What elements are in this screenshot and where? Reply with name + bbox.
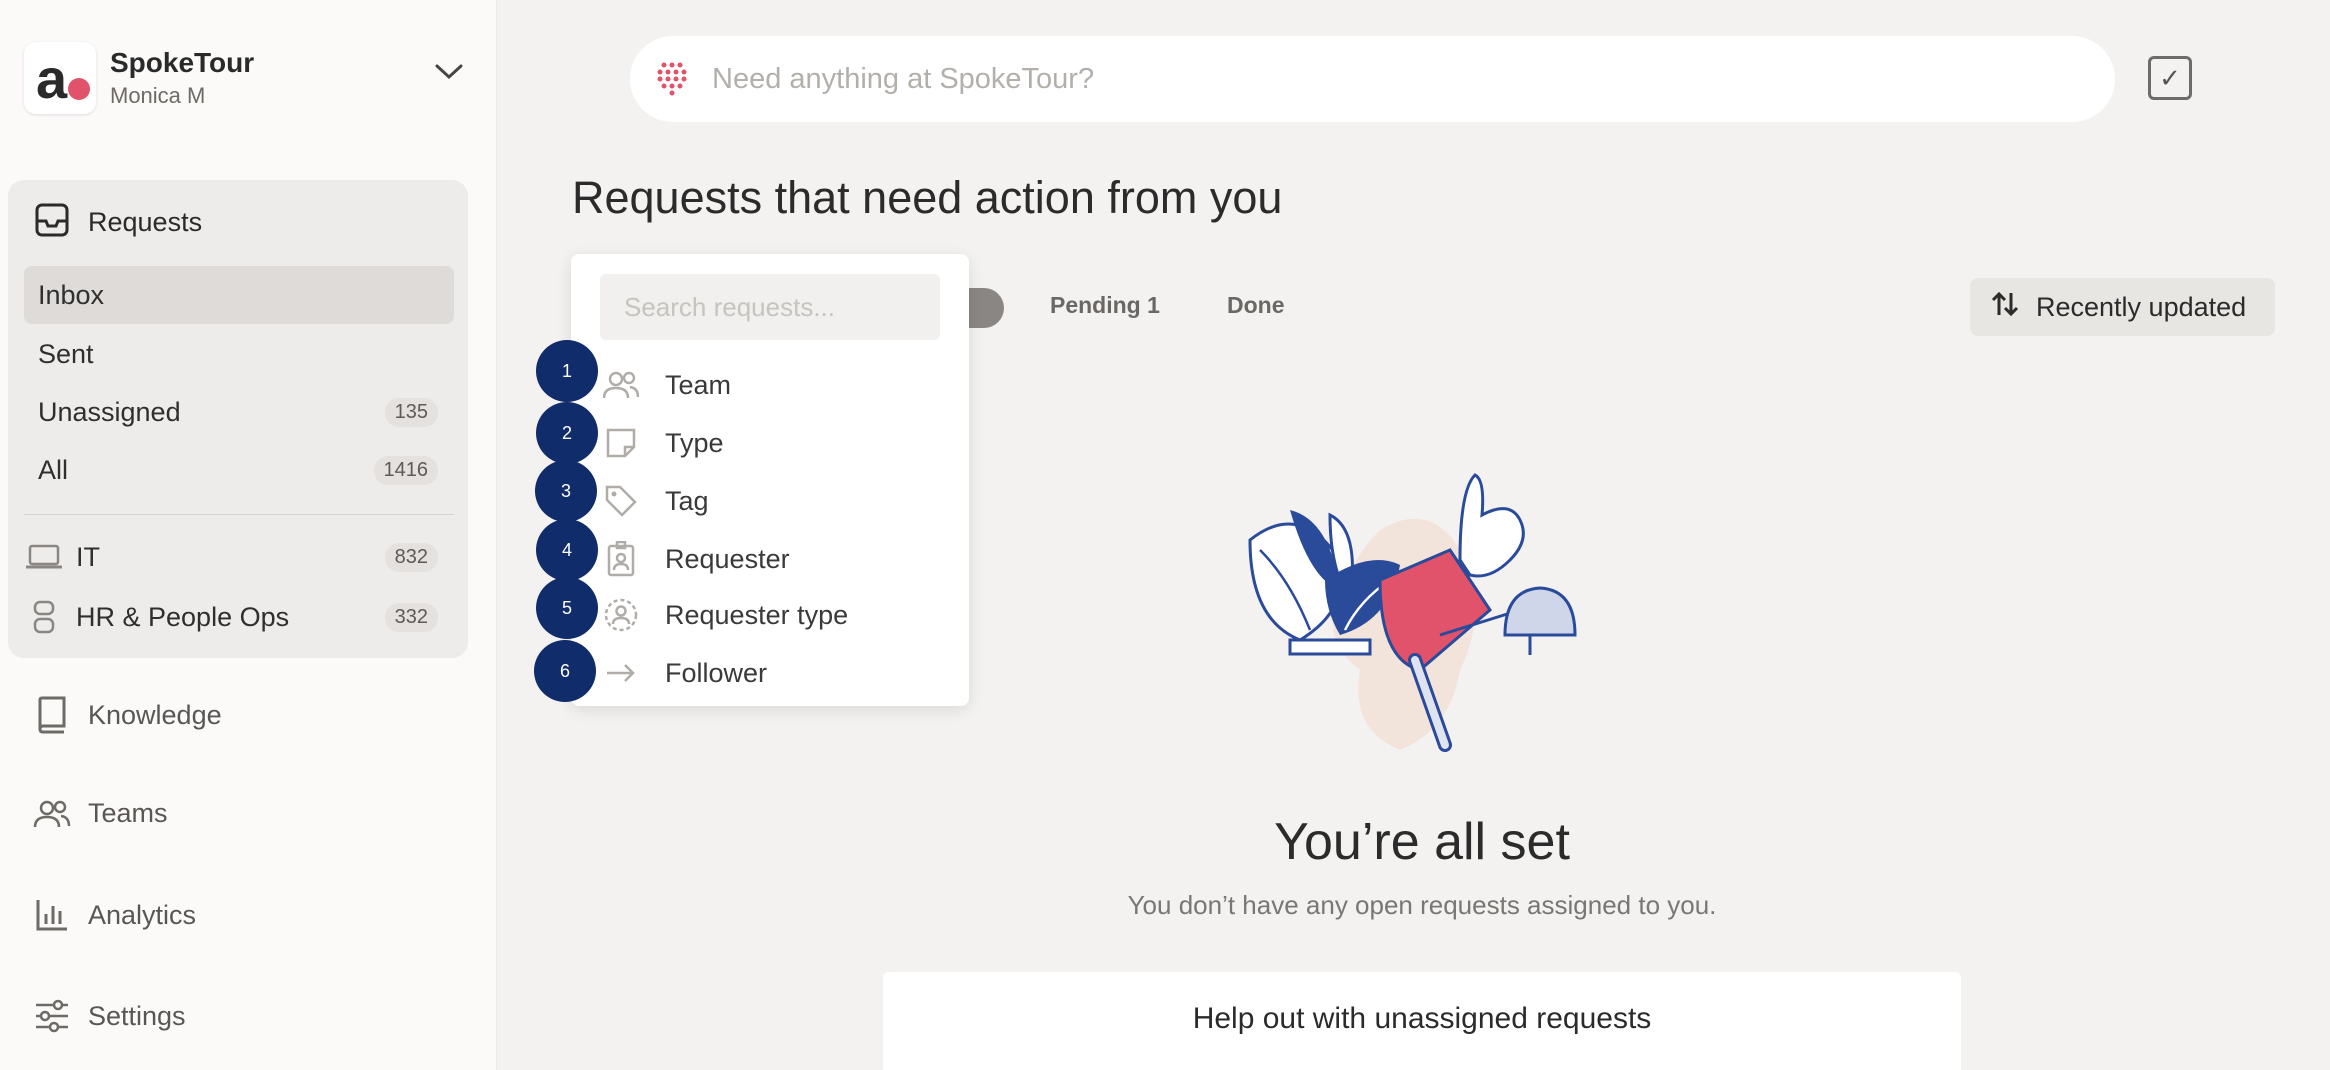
checkbox-icon[interactable]: ✓	[2148, 56, 2192, 100]
bar-chart-icon	[32, 898, 72, 932]
laptop-icon	[24, 543, 64, 571]
sidebar-item-label: Inbox	[38, 279, 105, 310]
sort-button[interactable]: Recently updated	[1970, 278, 2275, 336]
divider	[24, 514, 454, 515]
people-icon	[601, 370, 641, 400]
step-marker-5: 5	[536, 577, 598, 639]
requests-header[interactable]: Requests	[34, 202, 202, 243]
dots-grid-icon	[652, 57, 692, 102]
org-logo-letter: a	[36, 47, 68, 110]
filter-option-label: Requester	[665, 543, 790, 574]
count-badge: 1416	[373, 455, 438, 485]
org-switcher[interactable]: a SpokeTour Monica M	[24, 42, 464, 114]
sidebar-item-inbox[interactable]: Inbox	[24, 266, 454, 324]
help-card: Help out with unassigned requests	[883, 972, 1961, 1070]
sidebar-item-unassigned[interactable]: Unassigned 135	[24, 383, 454, 441]
filter-option-requester-type[interactable]: Requester type	[601, 590, 941, 640]
filter-option-type[interactable]: Type	[601, 418, 941, 468]
arrow-right-icon	[601, 661, 641, 685]
filter-option-label: Tag	[665, 485, 709, 516]
tab-pending[interactable]: Pending 1	[1050, 292, 1160, 319]
filter-option-team[interactable]: Team	[601, 360, 941, 410]
count-badge: 832	[384, 542, 438, 572]
empty-state-title: You’re all set	[1274, 813, 1570, 871]
step-marker-1: 1	[536, 340, 598, 402]
sliders-icon	[32, 998, 72, 1034]
badge-icon	[601, 541, 641, 577]
filter-option-follower[interactable]: Follower	[601, 648, 941, 698]
sidebar-item-settings[interactable]: Settings	[32, 998, 186, 1034]
sidebar-item-teams[interactable]: Teams	[32, 798, 168, 829]
filter-option-requester[interactable]: Requester	[601, 534, 941, 584]
page-title: Requests that need action from you	[572, 172, 1283, 223]
org-logo: a	[24, 42, 96, 114]
filter-option-label: Follower	[665, 657, 768, 688]
count-badge: 332	[384, 602, 438, 632]
sidebar-item-hr[interactable]: HR & People Ops 332	[24, 589, 454, 645]
sidebar-item-analytics[interactable]: Analytics	[32, 898, 196, 932]
filter-option-label: Requester type	[665, 599, 849, 630]
org-name: SpokeTour	[110, 47, 255, 78]
search-requests-input[interactable]	[624, 291, 914, 323]
count-badge: 135	[384, 397, 438, 427]
requests-group: Requests Inbox Sent Unassigned 135 All 1…	[8, 180, 468, 658]
sidebar-item-knowledge[interactable]: Knowledge	[32, 696, 222, 734]
filter-option-tag[interactable]: Tag	[601, 476, 941, 526]
user-name: Monica M	[110, 83, 206, 108]
chevron-down-icon[interactable]	[434, 62, 464, 87]
inbox-tray-icon	[34, 202, 70, 243]
search-placeholder: Need anything at SpokeTour?	[712, 62, 1095, 95]
sidebar-item-label: Sent	[38, 338, 94, 369]
step-marker-2: 2	[536, 402, 598, 464]
all-set-illustration	[1230, 470, 1610, 765]
tag-icon	[601, 484, 641, 518]
hourglass-icon	[24, 600, 64, 634]
sidebar-item-label: Analytics	[88, 899, 197, 930]
filter-option-label: Type	[665, 427, 724, 458]
sidebar-item-label: Unassigned	[38, 396, 181, 427]
sort-arrows-icon	[1990, 289, 2020, 326]
sidebar-item-all[interactable]: All 1416	[24, 441, 454, 499]
book-icon	[32, 696, 72, 734]
sidebar-item-label: All	[38, 454, 69, 485]
help-card-title: Help out with unassigned requests	[1192, 1002, 1652, 1035]
global-search-input[interactable]: Need anything at SpokeTour?	[630, 36, 2115, 122]
sidebar-item-label: HR & People Ops	[76, 601, 290, 632]
filter-option-label: Team	[665, 369, 732, 400]
tab-done[interactable]: Done	[1227, 292, 1285, 319]
step-marker-3: 3	[535, 460, 597, 522]
step-marker-4: 4	[536, 519, 598, 581]
org-logo-dot	[68, 78, 90, 100]
sidebar-item-sent[interactable]: Sent	[24, 325, 454, 383]
sort-label: Recently updated	[2036, 291, 2247, 322]
user-circle-icon	[601, 597, 641, 633]
empty-state-subtitle: You don’t have any open requests assigne…	[1127, 890, 1717, 920]
sidebar-item-label: Teams	[88, 798, 168, 828]
requests-label: Requests	[88, 207, 203, 237]
sidebar-item-label: IT	[76, 541, 100, 572]
filter-dropdown: Team Type Tag Requester Requester type F…	[571, 254, 969, 706]
note-icon	[601, 427, 641, 459]
dropdown-search[interactable]	[600, 274, 940, 340]
sidebar-item-it[interactable]: IT 832	[24, 529, 454, 585]
sidebar: a SpokeTour Monica M Requests Inbox Sent…	[0, 0, 497, 1070]
people-icon	[32, 799, 72, 829]
sidebar-item-label: Settings	[88, 1000, 186, 1031]
sidebar-item-label: Knowledge	[88, 699, 222, 730]
step-marker-6: 6	[534, 640, 596, 702]
